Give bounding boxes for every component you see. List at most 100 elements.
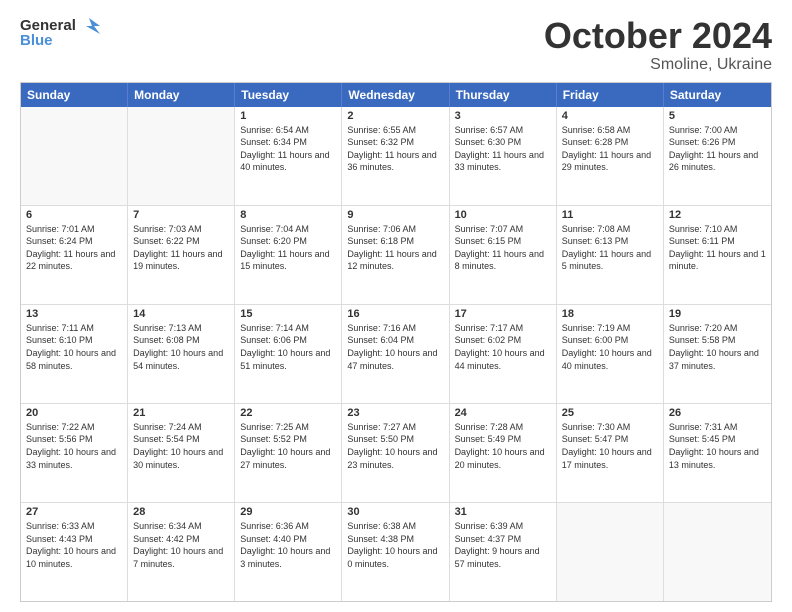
cell-info: Sunrise: 7:13 AM Sunset: 6:08 PM Dayligh…	[133, 322, 229, 372]
cell-info: Sunrise: 7:19 AM Sunset: 6:00 PM Dayligh…	[562, 322, 658, 372]
day-number: 6	[26, 209, 122, 221]
cell-info: Sunrise: 7:06 AM Sunset: 6:18 PM Dayligh…	[347, 223, 443, 273]
calendar-cell: 26Sunrise: 7:31 AM Sunset: 5:45 PM Dayli…	[664, 404, 771, 502]
day-number: 20	[26, 407, 122, 419]
cell-info: Sunrise: 6:39 AM Sunset: 4:37 PM Dayligh…	[455, 520, 551, 570]
calendar: SundayMondayTuesdayWednesdayThursdayFrid…	[20, 82, 772, 602]
cell-info: Sunrise: 7:07 AM Sunset: 6:15 PM Dayligh…	[455, 223, 551, 273]
calendar-cell: 1Sunrise: 6:54 AM Sunset: 6:34 PM Daylig…	[235, 107, 342, 205]
calendar-cell: 15 Sunrise: 7:14 AM Sunset: 6:06 PM Dayli…	[235, 305, 342, 403]
day-number: 9	[347, 209, 443, 221]
cell-info: Sunrise: 7:14 AM Sunset: 6:06 PM Dayligh…	[240, 322, 336, 372]
cell-info: Sunrise: 7:20 AM Sunset: 5:58 PM Dayligh…	[669, 322, 766, 372]
calendar-header-cell: Monday	[128, 83, 235, 107]
calendar-header-cell: Thursday	[450, 83, 557, 107]
calendar-cell: 16 Sunrise: 7:16 AM Sunset: 6:04 PM Dayli…	[342, 305, 449, 403]
logo-bird-icon	[78, 16, 100, 34]
calendar-cell: 24 Sunrise: 7:28 AM Sunset: 5:49 PM Dayli…	[450, 404, 557, 502]
calendar-header-cell: Friday	[557, 83, 664, 107]
day-number: 23	[347, 407, 443, 419]
cell-info: Sunrise: 7:25 AM Sunset: 5:52 PM Dayligh…	[240, 421, 336, 471]
calendar-cell: 30 Sunrise: 6:38 AM Sunset: 4:38 PM Dayli…	[342, 503, 449, 601]
calendar-cell: 3 Sunrise: 6:57 AM Sunset: 6:30 PM Daylig…	[450, 107, 557, 205]
day-number: 16	[347, 308, 443, 320]
day-number: 15	[240, 308, 336, 320]
calendar-header-cell: Tuesday	[235, 83, 342, 107]
day-number: 10	[455, 209, 551, 221]
logo: General Blue	[20, 16, 100, 49]
calendar-cell: 29Sunrise: 6:36 AM Sunset: 4:40 PM Dayli…	[235, 503, 342, 601]
day-number: 30	[347, 506, 443, 518]
cell-info: Sunrise: 7:27 AM Sunset: 5:50 PM Dayligh…	[347, 421, 443, 471]
cell-info: Sunrise: 7:11 AM Sunset: 6:10 PM Dayligh…	[26, 322, 122, 372]
day-number: 24	[455, 407, 551, 419]
cell-info: Sunrise: 6:54 AM Sunset: 6:34 PM Dayligh…	[240, 124, 336, 174]
cell-info: Sunrise: 7:30 AM Sunset: 5:47 PM Dayligh…	[562, 421, 658, 471]
day-number: 28	[133, 506, 229, 518]
header: General Blue October 2024 Smoline, Ukrai…	[20, 16, 772, 74]
calendar-header-cell: Wednesday	[342, 83, 449, 107]
cell-info: Sunrise: 7:22 AM Sunset: 5:56 PM Dayligh…	[26, 421, 122, 471]
calendar-row: 1Sunrise: 6:54 AM Sunset: 6:34 PM Daylig…	[21, 107, 771, 205]
day-number: 7	[133, 209, 229, 221]
calendar-cell: 17 Sunrise: 7:17 AM Sunset: 6:02 PM Dayli…	[450, 305, 557, 403]
day-number: 12	[669, 209, 766, 221]
calendar-cell: 23 Sunrise: 7:27 AM Sunset: 5:50 PM Dayli…	[342, 404, 449, 502]
calendar-cell	[557, 503, 664, 601]
calendar-cell: 11Sunrise: 7:08 AM Sunset: 6:13 PM Dayli…	[557, 206, 664, 304]
cell-info: Sunrise: 7:03 AM Sunset: 6:22 PM Dayligh…	[133, 223, 229, 273]
cell-info: Sunrise: 7:16 AM Sunset: 6:04 PM Dayligh…	[347, 322, 443, 372]
calendar-row: 27 Sunrise: 6:33 AM Sunset: 4:43 PM Dayli…	[21, 502, 771, 601]
day-number: 3	[455, 110, 551, 122]
cell-info: Sunrise: 6:55 AM Sunset: 6:32 PM Dayligh…	[347, 124, 443, 174]
page: General Blue October 2024 Smoline, Ukrai…	[0, 0, 792, 612]
calendar-cell: 14 Sunrise: 7:13 AM Sunset: 6:08 PM Dayli…	[128, 305, 235, 403]
calendar-cell: 18 Sunrise: 7:19 AM Sunset: 6:00 PM Dayli…	[557, 305, 664, 403]
calendar-cell: 28Sunrise: 6:34 AM Sunset: 4:42 PM Dayli…	[128, 503, 235, 601]
day-number: 8	[240, 209, 336, 221]
calendar-cell: 6 Sunrise: 7:01 AM Sunset: 6:24 PM Daylig…	[21, 206, 128, 304]
day-number: 19	[669, 308, 766, 320]
cell-info: Sunrise: 7:17 AM Sunset: 6:02 PM Dayligh…	[455, 322, 551, 372]
title-block: October 2024 Smoline, Ukraine	[544, 16, 772, 74]
calendar-cell: 25 Sunrise: 7:30 AM Sunset: 5:47 PM Dayli…	[557, 404, 664, 502]
calendar-cell: 21 Sunrise: 7:24 AM Sunset: 5:54 PM Dayli…	[128, 404, 235, 502]
calendar-header-cell: Sunday	[21, 83, 128, 107]
calendar-row: 6 Sunrise: 7:01 AM Sunset: 6:24 PM Daylig…	[21, 205, 771, 304]
day-number: 4	[562, 110, 658, 122]
day-number: 18	[562, 308, 658, 320]
day-number: 5	[669, 110, 766, 122]
calendar-cell: 31Sunrise: 6:39 AM Sunset: 4:37 PM Dayli…	[450, 503, 557, 601]
cell-info: Sunrise: 6:38 AM Sunset: 4:38 PM Dayligh…	[347, 520, 443, 570]
cell-info: Sunrise: 6:57 AM Sunset: 6:30 PM Dayligh…	[455, 124, 551, 174]
cell-info: Sunrise: 7:24 AM Sunset: 5:54 PM Dayligh…	[133, 421, 229, 471]
day-number: 25	[562, 407, 658, 419]
calendar-location: Smoline, Ukraine	[544, 56, 772, 74]
cell-info: Sunrise: 7:08 AM Sunset: 6:13 PM Dayligh…	[562, 223, 658, 273]
calendar-cell: 10 Sunrise: 7:07 AM Sunset: 6:15 PM Dayli…	[450, 206, 557, 304]
calendar-cell: 13Sunrise: 7:11 AM Sunset: 6:10 PM Dayli…	[21, 305, 128, 403]
cell-info: Sunrise: 6:58 AM Sunset: 6:28 PM Dayligh…	[562, 124, 658, 174]
calendar-title: October 2024	[544, 16, 772, 56]
calendar-body: 1Sunrise: 6:54 AM Sunset: 6:34 PM Daylig…	[21, 107, 771, 601]
cell-info: Sunrise: 6:33 AM Sunset: 4:43 PM Dayligh…	[26, 520, 122, 570]
day-number: 17	[455, 308, 551, 320]
calendar-cell: 7 Sunrise: 7:03 AM Sunset: 6:22 PM Daylig…	[128, 206, 235, 304]
calendar-header-cell: Saturday	[664, 83, 771, 107]
day-number: 21	[133, 407, 229, 419]
logo-general-text: General	[20, 17, 76, 34]
cell-info: Sunrise: 7:01 AM Sunset: 6:24 PM Dayligh…	[26, 223, 122, 273]
calendar-row: 13Sunrise: 7:11 AM Sunset: 6:10 PM Dayli…	[21, 304, 771, 403]
calendar-cell	[21, 107, 128, 205]
day-number: 22	[240, 407, 336, 419]
calendar-row: 20 Sunrise: 7:22 AM Sunset: 5:56 PM Dayli…	[21, 403, 771, 502]
day-number: 27	[26, 506, 122, 518]
cell-info: Sunrise: 7:04 AM Sunset: 6:20 PM Dayligh…	[240, 223, 336, 273]
calendar-cell: 19 Sunrise: 7:20 AM Sunset: 5:58 PM Dayli…	[664, 305, 771, 403]
calendar-cell: 9 Sunrise: 7:06 AM Sunset: 6:18 PM Daylig…	[342, 206, 449, 304]
cell-info: Sunrise: 7:28 AM Sunset: 5:49 PM Dayligh…	[455, 421, 551, 471]
calendar-cell: 5Sunrise: 7:00 AM Sunset: 6:26 PM Daylig…	[664, 107, 771, 205]
calendar-cell: 20 Sunrise: 7:22 AM Sunset: 5:56 PM Dayli…	[21, 404, 128, 502]
day-number: 14	[133, 308, 229, 320]
calendar-header: SundayMondayTuesdayWednesdayThursdayFrid…	[21, 83, 771, 107]
